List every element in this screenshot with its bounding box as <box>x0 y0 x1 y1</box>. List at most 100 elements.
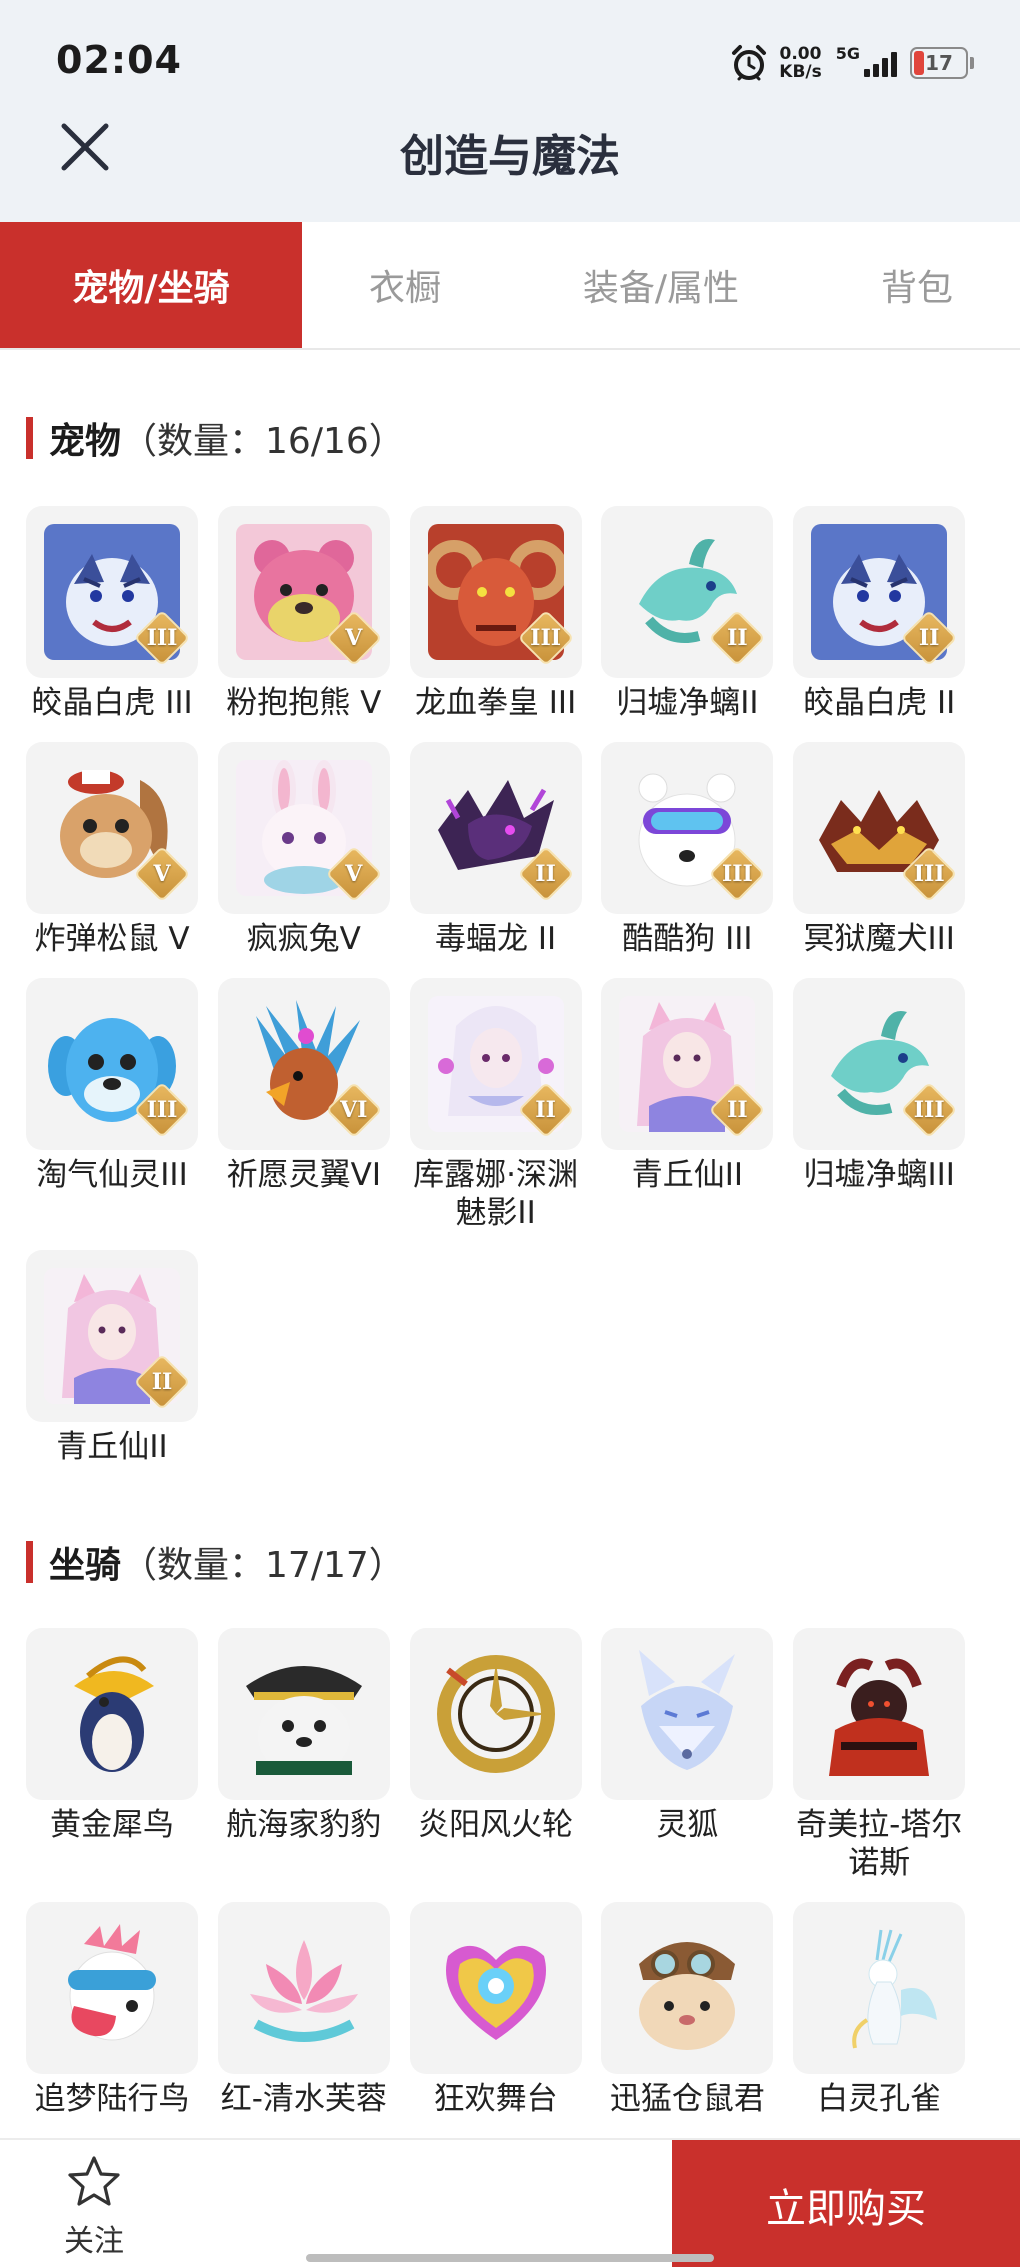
pet-card[interactable]: III 龙血拳皇 III <box>409 506 586 722</box>
pet-card[interactable]: II 毒蝠龙 II <box>409 742 586 958</box>
item-name: 青丘仙II <box>631 1157 744 1193</box>
buy-now-button[interactable]: 立即购买 <box>672 2140 1020 2267</box>
item-name: 航海家豹豹 <box>226 1807 382 1843</box>
status-time: 02:04 <box>56 38 182 82</box>
item-thumbnail: VI <box>217 978 390 1150</box>
item-name: 追梦陆行鸟 <box>34 2081 190 2117</box>
rank-badge: II <box>517 1081 574 1139</box>
pet-card[interactable]: II 青丘仙II <box>601 978 777 1194</box>
tab-equipment[interactable]: 装备/属性 <box>508 222 814 348</box>
mount-card[interactable]: 狂欢舞台 <box>409 1902 586 2118</box>
item-thumbnail: III <box>409 506 582 678</box>
section-marker <box>26 1541 33 1583</box>
page-title: 创造与魔法 <box>400 131 620 182</box>
item-thumbnail: II <box>601 506 774 678</box>
follow-button[interactable]: 关注 <box>44 2154 144 2260</box>
pet-card[interactable]: II 青丘仙II <box>26 1250 202 1466</box>
item-thumbnail: III <box>601 742 774 914</box>
tab-bar: 宠物/坐骑 衣橱 装备/属性 背包 <box>0 222 1020 350</box>
item-thumbnail: II <box>793 506 966 678</box>
pet-card[interactable]: II 皎晶白虎 II <box>793 506 969 722</box>
speed-value: 0.00 <box>779 44 822 64</box>
battery-icon: 17 <box>910 47 968 79</box>
pet-card[interactable]: III 归墟净螭III <box>793 978 969 1194</box>
item-name: 奇美拉-塔尔诺斯 <box>796 1807 963 1881</box>
item-name: 黄金犀鸟 <box>50 1807 174 1843</box>
mount-card[interactable]: 航海家豹豹 <box>217 1628 394 1844</box>
header-area: 02:04 0.00 KB/s 5G 17 创造与魔法 <box>0 0 1020 222</box>
tab-backpack[interactable]: 背包 <box>814 222 1020 348</box>
item-thumbnail: V <box>217 506 390 678</box>
pet-card[interactable]: III 淘气仙灵III <box>26 978 202 1194</box>
mount-card[interactable]: 黄金犀鸟 <box>26 1628 202 1844</box>
item-name: 狂欢舞台 <box>433 2081 558 2117</box>
mount-card[interactable]: 白灵孔雀 <box>793 1902 969 2118</box>
rank-label: II <box>727 625 748 651</box>
item-name: 炎阳风火轮 <box>418 1807 574 1843</box>
rank-label: III <box>530 625 562 651</box>
mount-card[interactable]: 追梦陆行鸟 <box>26 1902 202 2118</box>
rank-badge: II <box>709 1081 766 1139</box>
pet-card[interactable]: III 酷酷狗 III <box>601 742 777 958</box>
pet-card[interactable]: VI 祈愿灵翼VI <box>217 978 394 1194</box>
mount-card[interactable]: 迅猛仓鼠君 <box>601 1902 777 2118</box>
rank-badge: II <box>517 845 574 903</box>
section-marker <box>26 417 33 459</box>
stage-image <box>427 1920 564 2056</box>
rank-label: III <box>146 625 178 651</box>
item-name: 龙血拳皇 III <box>414 685 577 721</box>
item-name: 归墟净螭III <box>803 1157 955 1193</box>
pet-card[interactable]: II 归墟净螭II <box>601 506 777 722</box>
item-name: 红-清水芙蓉 <box>220 2081 387 2117</box>
network-type: 5G <box>835 44 860 63</box>
rank-label: VI <box>340 1097 368 1123</box>
pets-section-header: 宠物 （数量：16/16） <box>26 412 405 464</box>
rank-label: II <box>727 1097 748 1123</box>
rank-label: II <box>535 1097 556 1123</box>
item-thumbnail: III <box>26 506 198 678</box>
rank-label: III <box>913 861 945 887</box>
section-count: （数量：17/17） <box>121 1545 405 1586</box>
item-name: 归墟净螭II <box>616 685 759 721</box>
tab-pets-mounts[interactable]: 宠物/坐骑 <box>0 222 302 348</box>
item-name: 库露娜·深渊魅影II <box>413 1157 579 1231</box>
battery-level: 17 <box>925 51 953 75</box>
pet-card[interactable]: V 炸弹松鼠 V <box>26 742 202 958</box>
rank-badge: III <box>900 845 958 903</box>
pet-card[interactable]: III 皎晶白虎 III <box>26 506 202 722</box>
item-name: 白灵孔雀 <box>817 2081 942 2117</box>
item-thumbnail: II <box>409 978 582 1150</box>
rank-label: II <box>535 861 556 887</box>
mount-card[interactable]: 灵狐 <box>601 1628 777 1844</box>
chimera-image <box>811 1646 948 1782</box>
rank-badge: V <box>133 845 191 903</box>
mount-card[interactable]: 炎阳风火轮 <box>409 1628 586 1844</box>
status-icons: 0.00 KB/s 5G 17 <box>729 40 974 86</box>
pet-card[interactable]: V 疯疯兔V <box>217 742 394 958</box>
section-title: 坐骑 <box>49 1545 122 1586</box>
rank-badge: II <box>709 609 766 667</box>
item-thumbnail <box>601 1628 774 1800</box>
pet-card[interactable]: V 粉抱抱熊 V <box>217 506 394 722</box>
item-thumbnail <box>217 1628 390 1800</box>
peacock-image <box>811 1920 948 2056</box>
rank-badge: III <box>133 1081 191 1139</box>
mount-card[interactable]: 奇美拉-塔尔诺斯 <box>793 1628 969 1882</box>
pet-card[interactable]: III 冥狱魔犬III <box>793 742 969 958</box>
section-title: 宠物 <box>49 421 122 462</box>
home-indicator <box>306 2254 714 2262</box>
mounts-section-header: 坐骑 （数量：17/17） <box>26 1536 405 1588</box>
rank-label: V <box>345 625 363 651</box>
pet-card[interactable]: II 库露娜·深渊魅影II <box>409 978 586 1232</box>
chocobo-image <box>44 1920 180 2056</box>
bottom-bar: 关注 立即购买 <box>0 2138 1020 2267</box>
item-thumbnail <box>409 1628 582 1800</box>
item-thumbnail: II <box>26 1250 198 1422</box>
item-thumbnail: III <box>793 978 966 1150</box>
mount-card[interactable]: 红-清水芙蓉 <box>217 1902 394 2118</box>
lotus-image <box>235 1920 372 2056</box>
item-name: 迅猛仓鼠君 <box>609 2081 765 2117</box>
item-name: 青丘仙II <box>56 1429 168 1465</box>
tab-wardrobe[interactable]: 衣橱 <box>302 222 508 348</box>
rank-label: V <box>153 861 171 887</box>
